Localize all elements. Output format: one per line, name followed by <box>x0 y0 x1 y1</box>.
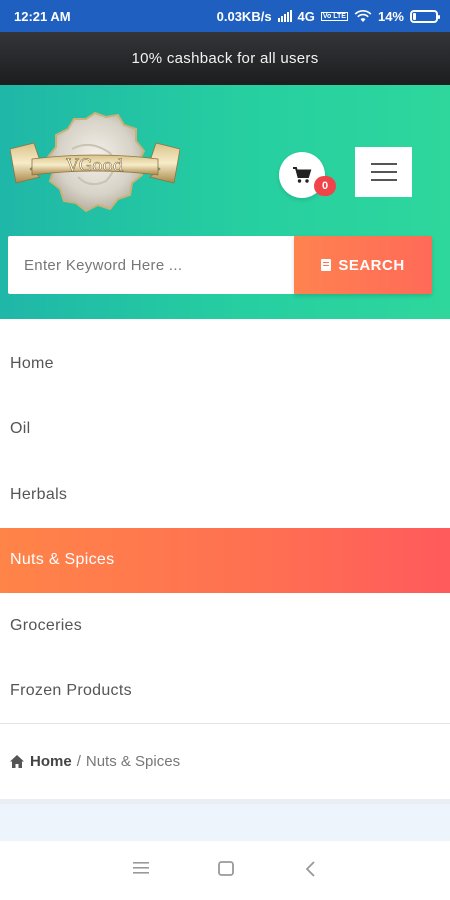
nav-item-nuts-spices[interactable]: Nuts & Spices <box>0 527 450 593</box>
search-input[interactable] <box>8 236 295 294</box>
vgood-logo[interactable]: VGood <box>10 109 180 219</box>
wifi-icon <box>354 9 372 22</box>
back-chevron-icon[interactable] <box>305 861 317 877</box>
search-button[interactable]: SEARCH <box>294 236 432 294</box>
network-speed: 0.03KB/s <box>216 8 272 24</box>
menu-line-icon <box>370 171 397 173</box>
home-icon <box>10 754 24 768</box>
cart-icon <box>293 167 312 183</box>
android-nav-bar <box>0 841 450 900</box>
header: VGood 0 SEARCH <box>0 85 450 319</box>
volte-icon: Vo LTE <box>320 11 348 21</box>
cart-count-badge: 0 <box>314 176 336 196</box>
nav-item-herbals[interactable]: Herbals <box>0 462 450 528</box>
status-bar: 12:21 AM 0.03KB/s 4G Vo LTE 14% <box>0 0 450 32</box>
divider <box>0 723 450 724</box>
status-indicators: 0.03KB/s 4G Vo LTE 14% <box>216 8 440 24</box>
hamburger-menu-button[interactable] <box>355 147 412 197</box>
menu-line-icon <box>370 163 397 165</box>
nav-item-frozen-products[interactable]: Frozen Products <box>0 659 450 725</box>
category-nav: Home Oil Herbals Nuts & Spices Groceries… <box>0 331 450 724</box>
home-square-icon[interactable] <box>218 861 234 876</box>
status-time: 12:21 AM <box>14 8 71 24</box>
breadcrumb-separator: / <box>76 752 81 770</box>
search-button-label: SEARCH <box>338 256 405 274</box>
menu-line-icon <box>370 179 397 181</box>
nav-item-oil[interactable]: Oil <box>0 397 450 463</box>
nav-item-home[interactable]: Home <box>0 331 450 397</box>
battery-icon <box>410 9 440 23</box>
network-type: 4G <box>297 8 315 24</box>
logo-text: VGood <box>65 156 123 176</box>
document-icon <box>321 259 332 271</box>
promo-banner: 10% cashback for all users <box>0 32 450 85</box>
battery-percent: 14% <box>377 8 404 24</box>
content-area <box>0 799 450 841</box>
breadcrumb: Home / Nuts & Spices <box>10 749 180 773</box>
recents-menu-icon[interactable] <box>133 861 149 875</box>
promo-text: 10% cashback for all users <box>131 50 319 67</box>
signal-icon <box>277 10 292 22</box>
breadcrumb-home-link[interactable]: Home <box>30 753 72 770</box>
nav-item-groceries[interactable]: Groceries <box>0 593 450 659</box>
breadcrumb-current: Nuts & Spices <box>85 752 181 770</box>
